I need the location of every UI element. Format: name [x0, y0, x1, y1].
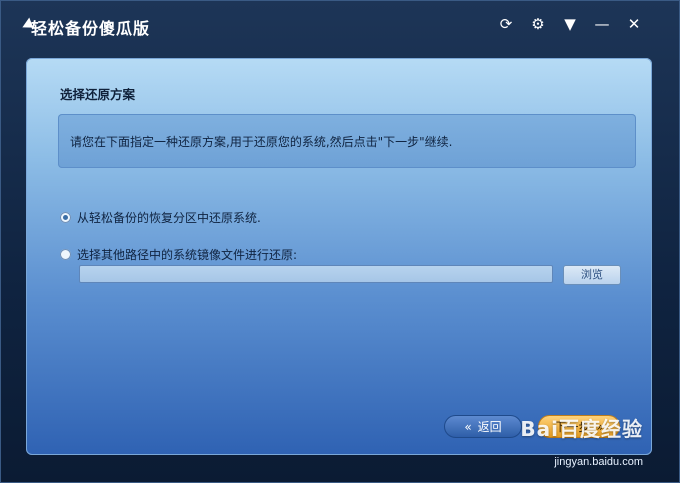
back-label: 返回 — [477, 420, 502, 434]
menu-icon[interactable]: ▼ — [561, 15, 579, 33]
close-icon[interactable]: ✕ — [625, 15, 643, 33]
gear-icon[interactable]: ⚙ — [529, 15, 547, 33]
radio-label: 选择其他路径中的系统镜像文件进行还原: — [77, 248, 298, 262]
back-chevron-icon: « — [464, 419, 472, 434]
section-title: 选择还原方案 — [60, 87, 136, 102]
back-button[interactable]: « 返回 — [444, 415, 522, 438]
radio-recovery-partition[interactable] — [60, 212, 71, 223]
minimize-icon[interactable]: — — [593, 15, 611, 33]
baidu-watermark-url: jingyan.baidu.com — [554, 456, 643, 468]
info-box: 请您在下面指定一种还原方案,用于还原您的系统,然后点击"下一步"继续. — [58, 114, 636, 168]
radio-label: 从轻松备份的恢复分区中还原系统. — [77, 211, 261, 225]
restore-option-other-path[interactable]: 选择其他路径中的系统镜像文件进行还原: — [60, 246, 297, 263]
refresh-icon[interactable]: ⟳ — [497, 15, 515, 33]
window-title: 轻松备份傻瓜版 — [31, 19, 151, 38]
info-text: 请您在下面指定一种还原方案,用于还原您的系统,然后点击"下一步"继续. — [70, 135, 453, 149]
browse-button[interactable]: 浏览 — [563, 265, 621, 285]
restore-panel: 选择还原方案 请您在下面指定一种还原方案,用于还原您的系统,然后点击"下一步"继… — [26, 58, 652, 455]
radio-other-path[interactable] — [60, 249, 71, 260]
title-bar[interactable]: 轻松备份傻瓜版 ⟳ ⚙ ▼ — ✕ — [1, 1, 679, 51]
app-window: 轻松备份傻瓜版 ⟳ ⚙ ▼ — ✕ 选择还原方案 请您在下面指定一种还原方案,用… — [0, 0, 680, 483]
restore-option-recovery-partition[interactable]: 从轻松备份的恢复分区中还原系统. — [60, 209, 261, 226]
image-path-input[interactable] — [79, 265, 553, 283]
titlebar-controls: ⟳ ⚙ ▼ — ✕ — [497, 15, 643, 33]
baidu-watermark: Bai百度经验 — [520, 417, 643, 441]
